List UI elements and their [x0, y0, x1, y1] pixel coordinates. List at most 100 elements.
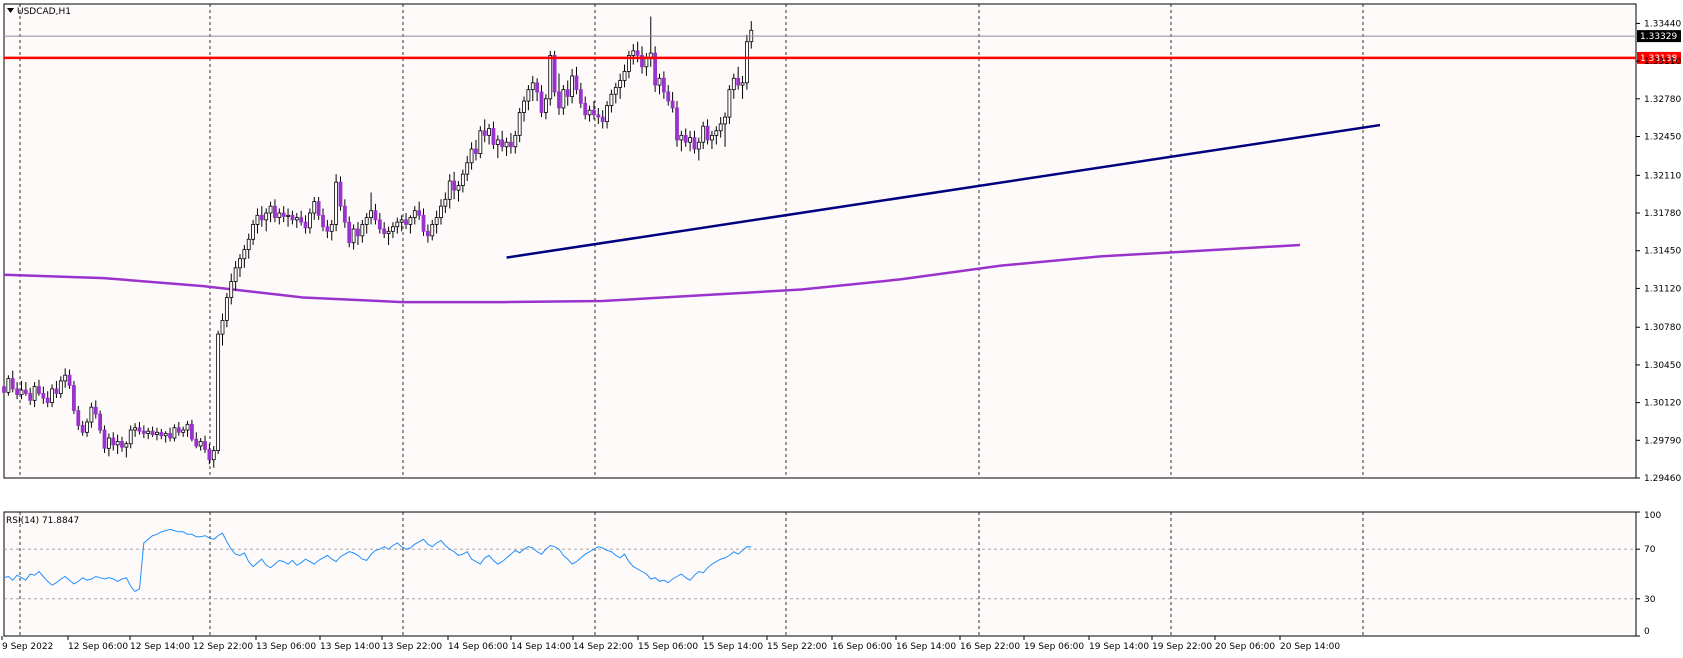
- candle-body: [710, 134, 714, 141]
- candle-body: [347, 221, 352, 244]
- candle-body: [543, 98, 548, 113]
- candle-body: [185, 423, 190, 431]
- candle-body: [2, 386, 6, 393]
- candle-body: [321, 214, 325, 228]
- y-tick-label-0: 1.33440: [1644, 19, 1681, 29]
- y-tick-label-11: 1.29790: [1644, 436, 1681, 446]
- candle-body: [587, 109, 592, 116]
- candle-body: [85, 421, 89, 433]
- candle-22: [98, 410, 103, 434]
- candle-body: [609, 93, 614, 107]
- y-tick-label-3: 1.32450: [1644, 132, 1681, 142]
- candle-body: [552, 54, 557, 93]
- candle-body: [307, 212, 312, 229]
- candle-49: [216, 330, 221, 455]
- candle-body: [246, 238, 251, 250]
- candle-body: [548, 54, 553, 100]
- candle-body: [688, 137, 692, 143]
- candle-body: [89, 406, 94, 423]
- candle-body: [408, 217, 413, 225]
- candle-body: [76, 410, 81, 426]
- candle-body: [661, 77, 666, 93]
- candle-body: [447, 180, 452, 200]
- candle-body: [6, 378, 11, 393]
- candle-body: [102, 429, 107, 449]
- candle-body: [504, 141, 509, 148]
- x-tick-label-2: 12 Sep 14:00: [130, 642, 190, 652]
- candle-body: [120, 441, 124, 448]
- candle-body: [434, 217, 439, 225]
- candle-body: [325, 226, 330, 232]
- candle-body: [535, 82, 540, 93]
- usdcad-h1-chart: 1.33138 1.33440 1.33110 1.32780 1.32450 1.32…: [0, 0, 1683, 654]
- candle-body: [286, 214, 290, 217]
- candle-body: [574, 75, 579, 91]
- candle-body: [745, 41, 749, 84]
- candle-76: [334, 174, 339, 232]
- candle-body: [460, 173, 465, 187]
- x-tick-label-17: 19 Sep 14:00: [1089, 642, 1149, 652]
- rsi-label: RSI(14) 71.8847: [6, 516, 79, 526]
- candle-body: [417, 210, 422, 216]
- candle-body: [146, 430, 151, 434]
- candle-body: [137, 427, 142, 432]
- candle-body: [342, 205, 347, 223]
- candle-body: [701, 125, 706, 143]
- candle-body: [391, 226, 395, 232]
- candle-body: [513, 134, 518, 148]
- candle-body: [683, 134, 688, 143]
- candle-body: [54, 388, 59, 394]
- rsi-tick-label-2: 30: [1644, 595, 1656, 605]
- candle-154: [675, 101, 679, 147]
- candle-body: [412, 210, 417, 218]
- candle-body: [273, 205, 277, 218]
- candle-body: [705, 125, 710, 141]
- candle-body: [329, 224, 334, 232]
- candle-body: [500, 139, 505, 148]
- candle-149: [653, 46, 658, 92]
- candle-body: [605, 105, 609, 123]
- candle-body: [268, 205, 273, 214]
- rsi-tick-label-3: 0: [1644, 627, 1650, 637]
- candle-body: [168, 433, 172, 439]
- candle-body: [356, 228, 360, 237]
- candle-body: [386, 230, 391, 234]
- y-tick-label-12: 1.29460: [1644, 474, 1681, 484]
- candle-body: [430, 224, 435, 237]
- rsi-axis: 100 70 30 0: [1636, 511, 1661, 637]
- y-tick-label-1: 1.33110: [1644, 57, 1681, 67]
- x-tick-label-12: 15 Sep 22:00: [767, 642, 827, 652]
- candle-body: [439, 205, 443, 218]
- candle-body: [259, 214, 264, 221]
- candle-body: [303, 221, 308, 229]
- candle-body: [557, 91, 561, 109]
- candle-body: [338, 181, 343, 207]
- candle-body: [482, 130, 487, 136]
- candle-body: [207, 449, 212, 461]
- candle-body: [740, 82, 745, 86]
- candle-16: [72, 380, 76, 415]
- rsi-tick-label-1: 70: [1644, 545, 1656, 555]
- candle-body: [421, 214, 426, 232]
- y-tick-label-10: 1.30120: [1644, 399, 1681, 409]
- candle-body: [98, 413, 103, 431]
- candle-body: [478, 130, 483, 155]
- candle-body: [474, 148, 478, 155]
- candle-body: [50, 388, 54, 404]
- y-tick-label-7: 1.31120: [1644, 284, 1681, 294]
- candle-body: [211, 450, 216, 461]
- candle-body: [495, 139, 500, 145]
- candle-body: [509, 141, 513, 148]
- candle-body: [111, 437, 116, 446]
- candle-body: [198, 441, 203, 447]
- x-tick-label-20: 20 Sep 14:00: [1280, 642, 1340, 652]
- candle-body: [622, 70, 627, 81]
- symbol-label: USDCAD,H1: [17, 7, 71, 17]
- candle-body: [190, 423, 194, 440]
- candle-body: [696, 141, 701, 150]
- candle-body: [657, 77, 662, 86]
- candle-body: [718, 123, 723, 132]
- candle-body: [251, 224, 255, 240]
- candle-109: [478, 126, 483, 159]
- x-tick-label-15: 16 Sep 22:00: [960, 642, 1020, 652]
